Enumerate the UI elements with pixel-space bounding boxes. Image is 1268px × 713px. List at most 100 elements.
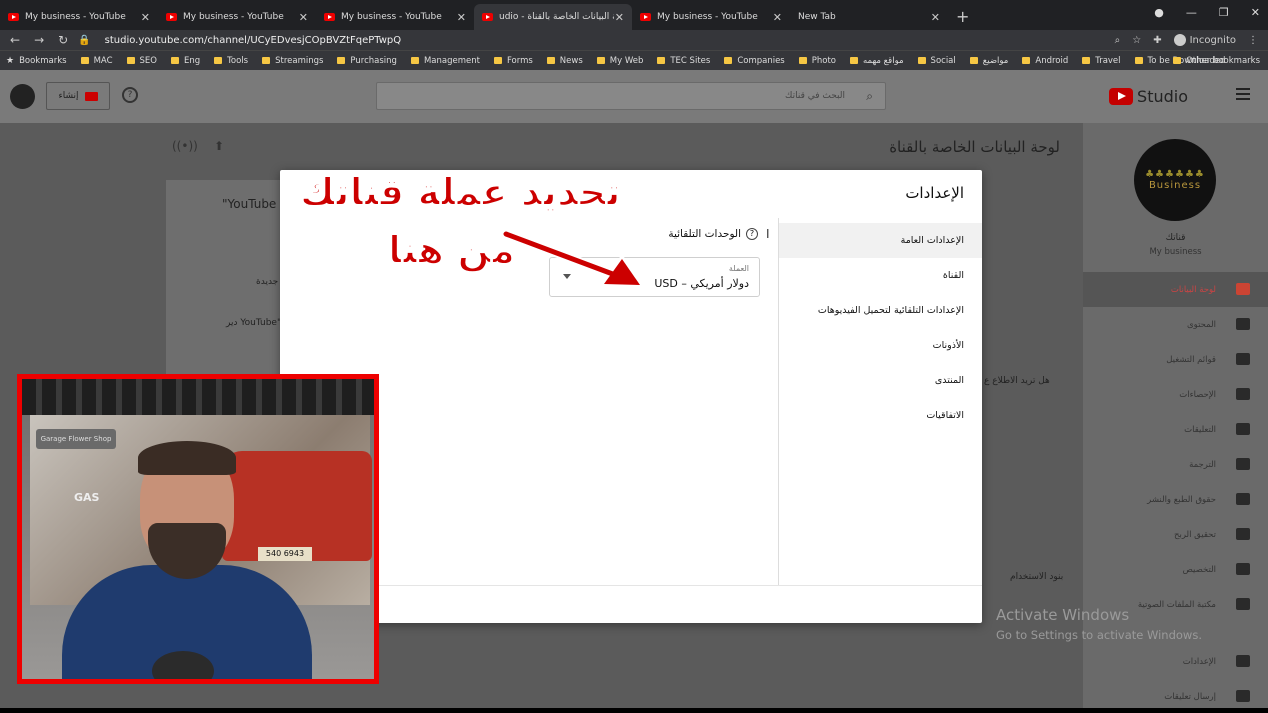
bookmark-folder[interactable]: Eng bbox=[171, 56, 200, 66]
bookmark-folder[interactable]: Companies bbox=[724, 56, 784, 66]
close-tab-icon[interactable]: ✕ bbox=[615, 11, 624, 24]
bookmark-folder[interactable]: Android bbox=[1022, 56, 1068, 66]
other-bookmarks[interactable]: Other bookmarks bbox=[1173, 56, 1260, 66]
channel-avatar[interactable]: ♣♣♣♣♣♣ Business bbox=[1134, 139, 1216, 221]
browser-tab-2[interactable]: My business - YouTube ✕ bbox=[158, 4, 316, 30]
bg-text: "YouTube bbox=[222, 197, 277, 211]
browser-tab-1[interactable]: My business - YouTube ✕ bbox=[0, 4, 158, 30]
currency-label: العملة bbox=[728, 264, 749, 273]
lock-icon: 🔒 bbox=[78, 34, 91, 46]
bookmark-folder[interactable]: مواقع مهمه bbox=[850, 56, 904, 66]
video-camera-icon bbox=[84, 91, 98, 101]
bookmark-folder[interactable]: My Web bbox=[597, 56, 644, 66]
settings-nav-permissions[interactable]: الأذونات bbox=[779, 328, 982, 363]
bookmark-folder[interactable]: Streamings bbox=[262, 56, 323, 66]
help-icon[interactable]: ? bbox=[746, 228, 758, 240]
sidebar-item-settings[interactable]: الإعدادات bbox=[1083, 644, 1268, 679]
restore-icon[interactable]: ❐ bbox=[1219, 6, 1229, 19]
bookmark-item[interactable]: Bookmarks bbox=[6, 56, 67, 66]
settings-nav-channel[interactable]: القناة bbox=[779, 258, 982, 293]
browser-tab-active[interactable]: udio - لوحة البيانات الخاصة بالقناة✕ bbox=[474, 4, 632, 30]
webcam-overlay: Garage Flower Shop GAS 540 6943 bbox=[17, 374, 379, 684]
bookmark-folder[interactable]: Management bbox=[411, 56, 480, 66]
bookmark-folder[interactable]: News bbox=[547, 56, 583, 66]
sidebar-item-dashboard[interactable]: لوحة البيانات bbox=[1083, 272, 1268, 307]
close-tab-icon[interactable]: ✕ bbox=[299, 11, 308, 24]
gear-icon bbox=[1236, 655, 1250, 667]
dialog-title: الإعدادات bbox=[905, 184, 964, 202]
forward-icon[interactable]: → bbox=[34, 33, 44, 47]
bookmark-folder[interactable]: Tools bbox=[214, 56, 248, 66]
search-input[interactable]: البحث في قناتك ⌕ bbox=[376, 82, 886, 110]
menu-dots-icon[interactable]: ⋮ bbox=[1248, 35, 1258, 46]
minimize-icon[interactable]: — bbox=[1186, 6, 1197, 19]
browser-tab-new[interactable]: New Tab ✕ bbox=[790, 4, 948, 30]
settings-nav-community[interactable]: المنتدى bbox=[779, 363, 982, 398]
dollar-icon bbox=[1236, 528, 1250, 540]
settings-nav: الإعدادات العامة القناة الإعدادات التلقا… bbox=[778, 218, 982, 585]
extensions-icon[interactable]: ✚ bbox=[1153, 35, 1161, 46]
bookmark-folder[interactable]: TEC Sites bbox=[657, 56, 710, 66]
channel-label: قناتك bbox=[1165, 233, 1186, 243]
close-tab-icon[interactable]: ✕ bbox=[773, 11, 782, 24]
bookmark-star-icon[interactable]: ☆ bbox=[1132, 35, 1141, 46]
bookmark-folder[interactable]: Forms bbox=[494, 56, 533, 66]
sidebar-item-customization[interactable]: التخصيص bbox=[1083, 552, 1268, 587]
bookmark-folder[interactable]: مواضيع bbox=[970, 56, 1009, 66]
bookmark-folder[interactable]: MAC bbox=[81, 56, 113, 66]
dashboard-icon bbox=[1236, 283, 1250, 295]
incognito-icon bbox=[1173, 34, 1186, 46]
youtube-icon bbox=[482, 13, 493, 21]
youtube-icon bbox=[8, 13, 19, 21]
mural-gas-text: GAS bbox=[74, 491, 100, 504]
back-icon[interactable]: ← bbox=[10, 33, 20, 47]
create-button[interactable]: إنشاء bbox=[46, 82, 110, 110]
bg-text: جديدة bbox=[256, 277, 279, 287]
browser-tab-5[interactable]: My business - YouTube ✕ bbox=[632, 4, 790, 30]
new-tab-button[interactable]: + bbox=[956, 7, 969, 26]
feedback-icon bbox=[1236, 690, 1250, 702]
live-stream-icon[interactable]: ((•)) bbox=[172, 139, 198, 155]
close-tab-icon[interactable]: ✕ bbox=[141, 11, 150, 24]
browser-tab-3[interactable]: My business - YouTube ✕ bbox=[316, 4, 474, 30]
sidebar-item-content[interactable]: المحتوى bbox=[1083, 307, 1268, 342]
analytics-icon bbox=[1236, 388, 1250, 400]
upload-icon[interactable]: ⬆ bbox=[214, 139, 230, 155]
help-icon[interactable]: ? bbox=[122, 87, 138, 103]
search-icon[interactable]: ⌕ bbox=[866, 89, 873, 104]
account-avatar[interactable] bbox=[10, 84, 35, 109]
hamburger-menu-icon[interactable] bbox=[1236, 88, 1250, 100]
sidebar-item-subtitles[interactable]: الترجمة bbox=[1083, 447, 1268, 482]
text-cursor-icon: I bbox=[766, 227, 770, 241]
windows-watermark-title: Activate Windows bbox=[996, 606, 1130, 624]
reload-icon[interactable]: ↻ bbox=[58, 33, 68, 47]
close-tab-icon[interactable]: ✕ bbox=[457, 11, 466, 24]
sidebar-item-copyright[interactable]: حقوق الطبع والنشر bbox=[1083, 482, 1268, 517]
zoom-icon[interactable]: ⌕ bbox=[1115, 35, 1121, 46]
bookmark-folder[interactable]: SEO bbox=[127, 56, 157, 66]
bookmark-folder[interactable]: Purchasing bbox=[337, 56, 397, 66]
settings-nav-upload-defaults[interactable]: الإعدادات التلقائية لتحميل الفيديوهات bbox=[779, 293, 982, 328]
sidebar-item-playlists[interactable]: قوائم التشغيل bbox=[1083, 342, 1268, 377]
sidebar-item-monetization[interactable]: تحقيق الربح bbox=[1083, 517, 1268, 552]
mural-car bbox=[222, 451, 372, 561]
close-tab-icon[interactable]: ✕ bbox=[931, 11, 940, 24]
sidebar-item-analytics[interactable]: الإحصاءات bbox=[1083, 377, 1268, 412]
channel-logo-text: Business bbox=[1148, 180, 1202, 191]
incognito-badge[interactable]: Incognito bbox=[1173, 34, 1236, 46]
studio-logo[interactable]: Studio bbox=[1109, 87, 1188, 106]
screen: My business - YouTube ✕ My business - You… bbox=[0, 0, 1268, 713]
content-icon bbox=[1236, 318, 1250, 330]
sidebar-item-comments[interactable]: التعليقات bbox=[1083, 412, 1268, 447]
url-field[interactable]: studio.youtube.com/channel/UCyEDvesjCOpB… bbox=[105, 35, 402, 46]
car-plate: 540 6943 bbox=[258, 547, 312, 561]
settings-nav-general[interactable]: الإعدادات العامة bbox=[779, 223, 982, 258]
terms-link[interactable]: بنود الاستخدام bbox=[1010, 572, 1063, 582]
bookmark-folder[interactable]: Travel bbox=[1082, 56, 1120, 66]
close-window-icon[interactable]: ✕ bbox=[1251, 6, 1260, 19]
bookmark-folder[interactable]: Social bbox=[918, 56, 956, 66]
magic-wand-icon bbox=[1236, 563, 1250, 575]
bookmark-folder[interactable]: Photo bbox=[799, 56, 836, 66]
profile-icon[interactable]: ● bbox=[1154, 6, 1164, 19]
settings-nav-agreements[interactable]: الاتفاقيات bbox=[779, 398, 982, 433]
